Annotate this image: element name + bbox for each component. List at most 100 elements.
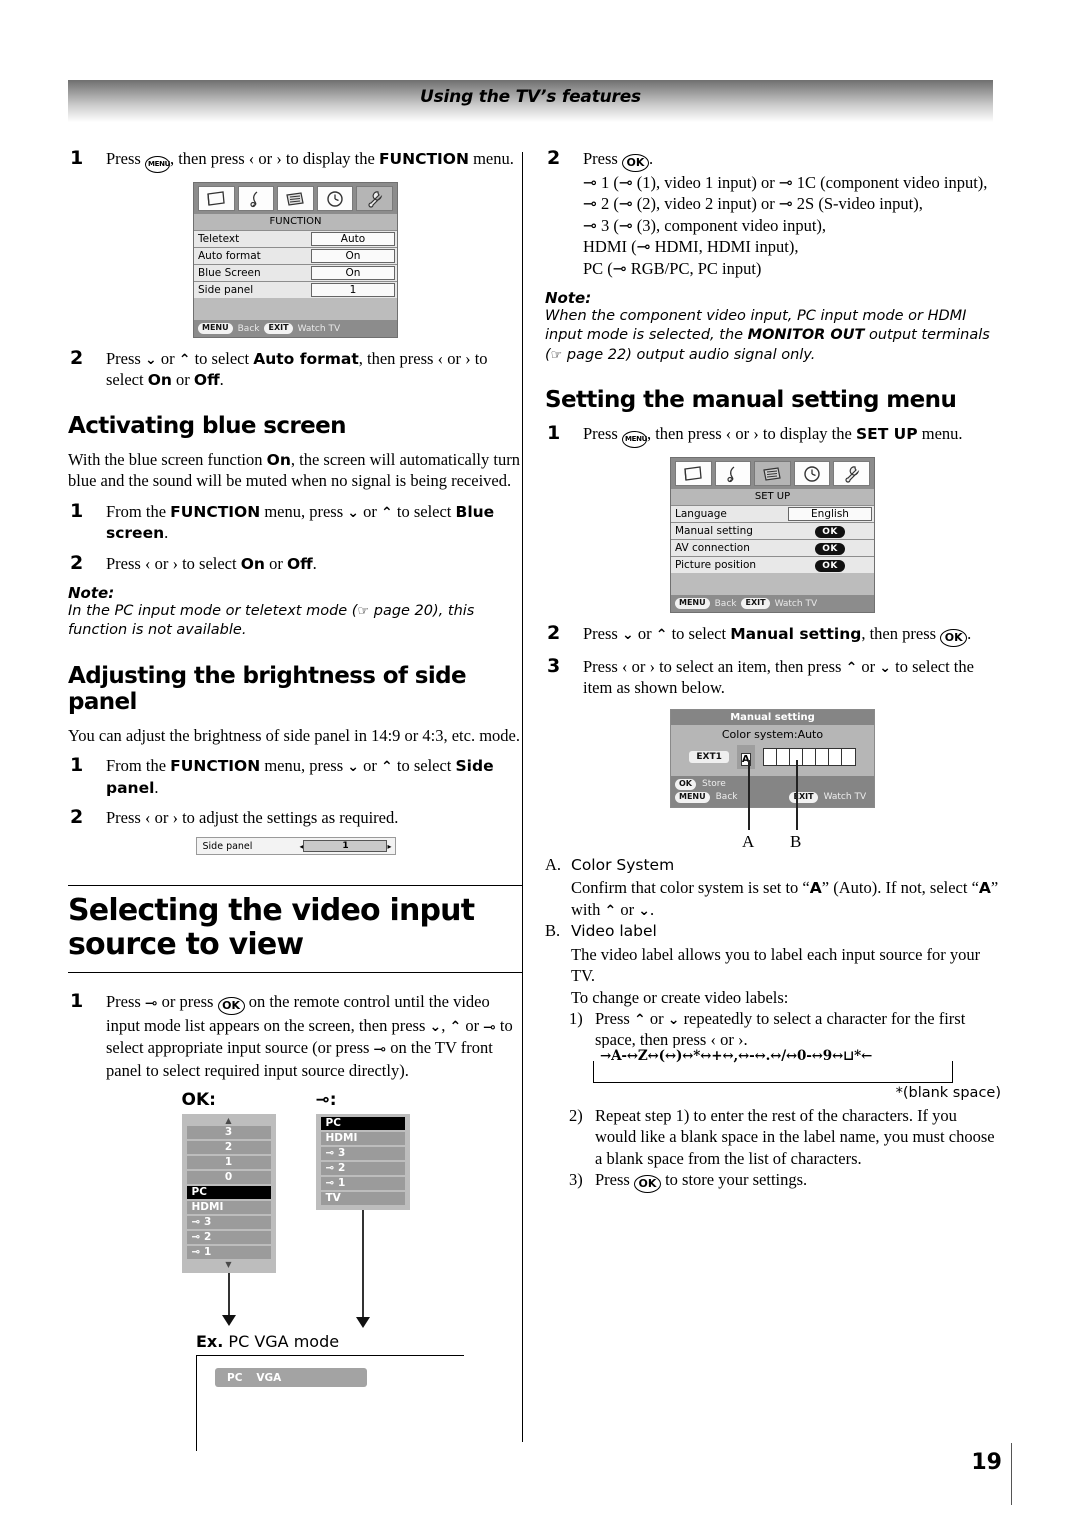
t: From the <box>106 501 171 521</box>
blue-screen-intro: With the blue screen function On, the sc… <box>68 449 523 492</box>
list-item[interactable]: HDMI <box>320 1132 405 1145</box>
list-item[interactable]: 2 <box>186 1141 271 1154</box>
list-item[interactable]: 0 <box>186 1171 271 1184</box>
item-b-p2: To change or create video labels: <box>571 987 789 1007</box>
osd-row-teletext[interactable]: Teletext Auto <box>194 230 397 247</box>
character-chain-wrapper: →A-↔Z↔(↔)↔*↔+↔,↔-↔.↔/↔0-↔9↔⊔*← *(blank s… <box>545 1047 1001 1101</box>
item-b-heading: B. Video label <box>545 920 1000 941</box>
example-label-bold: Ex. <box>196 1332 224 1351</box>
arrow-up-icon: ⌃ <box>604 902 617 919</box>
side-panel-slider-graphic[interactable]: Side panel ◂ 1 ▸ <box>195 837 396 856</box>
left-column: 1 Press MENU, then press ‹ or › to displ… <box>68 147 523 1451</box>
label-cell[interactable] <box>816 748 829 765</box>
bold-on: On <box>147 371 172 390</box>
bold-manual-setting: Manual setting <box>730 625 862 644</box>
slider-right-arrow-icon[interactable]: ▸ <box>387 842 391 851</box>
color-system-field[interactable]: A <box>736 744 755 769</box>
list-item[interactable]: 3 <box>186 1126 271 1139</box>
list-item[interactable]: ⊸ 3 <box>186 1216 271 1229</box>
ok-source-list[interactable]: ▲ 3 2 1 0 PC HDMI ⊸ 3 ⊸ 2 ⊸ 1 ▼ <box>181 1114 276 1273</box>
pc-vga-right: VGA <box>256 1371 282 1384</box>
item-b-p1: The video label allows you to label each… <box>571 944 981 986</box>
note-label: Note: <box>545 289 592 308</box>
ok-list-header: OK: <box>181 1090 216 1110</box>
bold-off: Off <box>286 554 313 573</box>
t: menu. <box>917 424 963 444</box>
item-a-heading: A. Color System <box>545 854 1000 875</box>
step-text-post: menu. <box>468 149 514 168</box>
list-item[interactable]: ⊸ 1 <box>186 1246 271 1259</box>
input-source-list[interactable]: PC HDMI ⊸ 3 ⊸ 2 ⊸ 1 TV <box>315 1114 410 1210</box>
input-select-icon: ⊸ <box>144 993 158 1012</box>
osd-row-av-connection[interactable]: AV connection OK <box>671 539 874 557</box>
big-section-wrapper: Selecting the video input source to view <box>68 885 523 973</box>
footer-rule <box>1011 1443 1012 1505</box>
ok-list-group: OK: ▲ 3 2 1 0 PC HDMI ⊸ 3 ⊸ 2 ⊸ 1 ▼ <box>181 1090 276 1328</box>
label-cell[interactable] <box>777 748 790 765</box>
exit-key-badge: EXIT <box>789 792 818 803</box>
scroll-down-icon[interactable]: ▼ <box>187 1261 271 1270</box>
osd-row-manual-setting[interactable]: Manual setting OK <box>671 522 874 540</box>
ms-body: EXT1 A <box>671 743 874 776</box>
list-item[interactable]: HDMI <box>186 1201 271 1214</box>
exit-key-badge: EXIT <box>264 323 293 334</box>
note-label: Note: <box>68 584 115 603</box>
list-item[interactable]: ⊸ 1 <box>320 1177 405 1190</box>
label-cell[interactable] <box>803 748 816 765</box>
osd-row-blue-screen[interactable]: Blue Screen On <box>194 264 397 281</box>
input-desc-line-3: ⊸ 3 (⊸ (3), component video input), <box>583 215 827 235</box>
t: ” (Auto). If not, select “ <box>821 878 979 898</box>
t: or <box>156 349 179 368</box>
osd-row-language[interactable]: Language English <box>671 505 874 523</box>
callout-arrow-icon <box>355 1317 370 1328</box>
label-cell[interactable] <box>829 748 842 765</box>
sidepanel-step-1: 1 From the FUNCTION menu, press ⌄ or ⌃ t… <box>68 754 523 798</box>
pointing-hand-icon: ☞ <box>550 347 563 363</box>
osd-row-side-panel[interactable]: Side panel 1 <box>194 281 397 298</box>
label-cell[interactable] <box>764 748 777 765</box>
arrow-up-icon: ⌃ <box>449 1018 462 1035</box>
note-block-1: Note: In the PC input mode or teletext m… <box>68 584 523 641</box>
osd-icon-row <box>194 183 397 214</box>
heading-activating-blue-screen: Activating blue screen <box>68 412 347 439</box>
step-number: 1 <box>70 754 84 777</box>
callout-line <box>227 1273 230 1315</box>
timer-icon <box>793 461 831 487</box>
t: to select <box>190 349 254 368</box>
blank-space-wrapper: *(blank space) <box>593 1085 1001 1101</box>
label-cell[interactable] <box>842 749 855 765</box>
list-item[interactable]: ⊸ 2 <box>186 1231 271 1244</box>
list-item[interactable]: ⊸ 3 <box>320 1147 405 1160</box>
osd-row-picture-position[interactable]: Picture position OK <box>671 556 874 574</box>
left-step-2: 2 Press ⌄ or ⌃ to select Auto format, th… <box>68 347 523 391</box>
bold-off: Off <box>193 371 220 390</box>
callout-label-b: B <box>790 831 802 851</box>
t: Press ‹ or › to adjust the settings as r… <box>106 807 399 827</box>
list-item[interactable]: 1 <box>186 1156 271 1169</box>
t: or <box>359 501 381 521</box>
osd-row-auto-format[interactable]: Auto format On <box>194 247 397 264</box>
video-label-cells[interactable] <box>762 747 856 766</box>
t: . <box>154 777 159 797</box>
input-desc-line-1: ⊸ 1 (⊸ (1), video 1 input) or ⊸ 1C (comp… <box>583 173 988 192</box>
t: Confirm that color system is set to “ <box>571 878 810 898</box>
step-marker: 3) <box>569 1170 583 1190</box>
list-item-selected[interactable]: PC <box>186 1186 271 1199</box>
exit-key-label: Watch TV <box>823 792 867 803</box>
list-item[interactable]: ⊸ 2 <box>320 1162 405 1175</box>
t: or <box>171 370 194 390</box>
step-number: 1 <box>70 989 84 1012</box>
item-a-title: Color System <box>571 855 675 874</box>
scroll-up-icon[interactable]: ▲ <box>187 1117 271 1126</box>
osd-row-value: Auto <box>311 232 395 246</box>
manual-setting-graphic: Manual setting Color system:Auto EXT1 A … <box>670 708 875 808</box>
input-desc-line-5: PC (⊸ RGB/PC, PC input) <box>583 258 762 278</box>
t: Press <box>583 624 622 644</box>
function-icon <box>833 461 870 487</box>
list-item-selected[interactable]: PC <box>320 1117 405 1130</box>
osd-row-label: Picture position <box>675 559 757 572</box>
osd-footer: MENU Back EXIT Watch TV <box>194 320 397 337</box>
picture-icon <box>675 461 712 487</box>
list-item[interactable]: TV <box>320 1192 405 1205</box>
t: Repeat step 1) to enter the rest of the … <box>595 1105 995 1168</box>
